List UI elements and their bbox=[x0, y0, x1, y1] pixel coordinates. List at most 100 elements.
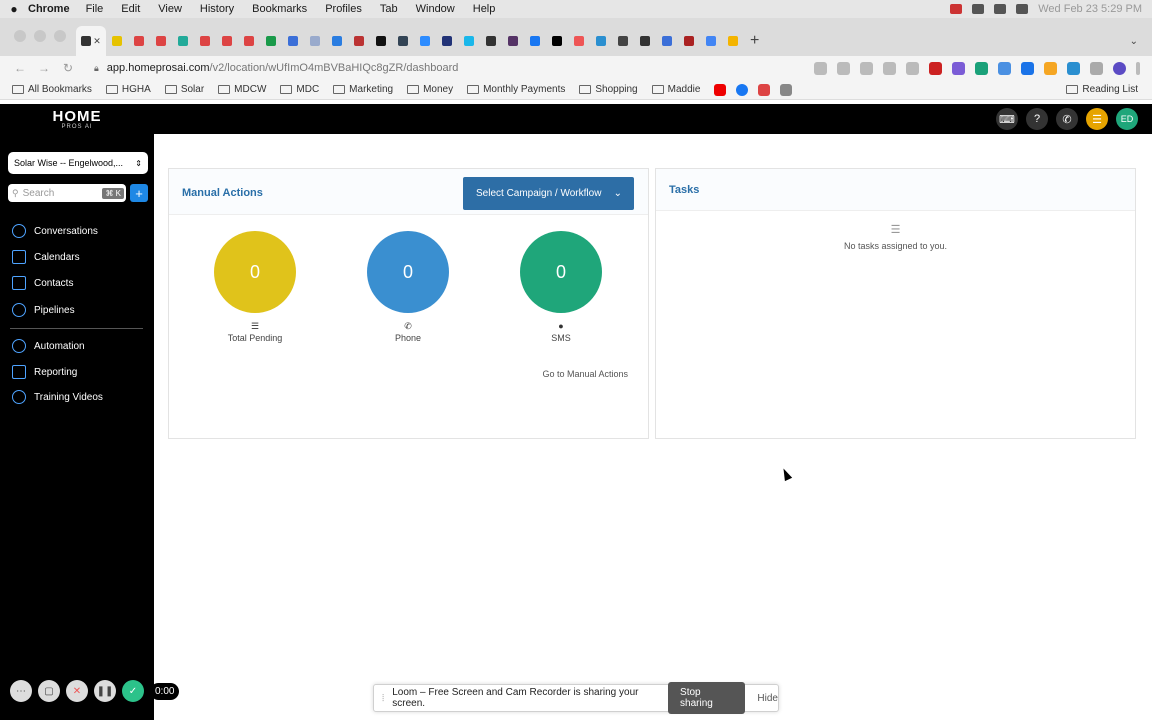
minimize-window-button[interactable] bbox=[34, 30, 46, 42]
hide-button[interactable]: Hide bbox=[757, 693, 778, 704]
browser-tab[interactable] bbox=[304, 26, 326, 56]
search-input[interactable]: ⚲ Search ⌘ K bbox=[8, 184, 126, 202]
tab-search-chevron-icon[interactable]: ⌄ bbox=[1130, 26, 1138, 56]
extension-icon[interactable] bbox=[1067, 61, 1080, 75]
browser-tab[interactable] bbox=[436, 26, 458, 56]
menu-help[interactable]: Help bbox=[473, 3, 496, 15]
home-pros-ai-logo[interactable]: HOME PROS AI bbox=[0, 109, 154, 130]
location-switcher[interactable]: Solar Wise -- Engelwood,... ⇕ bbox=[8, 152, 148, 174]
puzzle-icon[interactable] bbox=[1090, 61, 1103, 75]
menu-tab[interactable]: Tab bbox=[380, 3, 398, 15]
browser-tab[interactable] bbox=[524, 26, 546, 56]
sidebar-item-conversations[interactable]: Conversations bbox=[12, 224, 98, 238]
browser-tab[interactable] bbox=[634, 26, 656, 56]
menu-view[interactable]: View bbox=[158, 3, 182, 15]
browser-tab[interactable] bbox=[150, 26, 172, 56]
share-icon[interactable] bbox=[883, 61, 896, 75]
extension-icon[interactable] bbox=[952, 61, 965, 75]
url-field[interactable]: 🔒︎ app.homeprosai.com/v2/location/wUfImO… bbox=[94, 62, 814, 74]
menu-file[interactable]: File bbox=[86, 3, 104, 15]
close-window-button[interactable] bbox=[14, 30, 26, 42]
phone-icon[interactable]: ✆ bbox=[1056, 108, 1078, 130]
browser-tab[interactable] bbox=[502, 26, 524, 56]
bookmark-folder[interactable]: MDCW bbox=[218, 84, 266, 95]
browser-tab[interactable] bbox=[238, 26, 260, 56]
back-button[interactable]: ← bbox=[8, 61, 32, 75]
bookmark-folder[interactable]: Solar bbox=[164, 84, 204, 95]
zoom-window-button[interactable] bbox=[54, 30, 66, 42]
control-center-icon[interactable] bbox=[1016, 4, 1029, 14]
stat-sms[interactable]: 0 ● SMS bbox=[511, 231, 611, 343]
bookmark-folder[interactable]: Maddie bbox=[651, 84, 700, 95]
browser-tab[interactable] bbox=[480, 26, 502, 56]
more-menu-icon[interactable] bbox=[1136, 61, 1140, 75]
key-icon[interactable] bbox=[837, 61, 850, 75]
reading-list-button[interactable]: Reading List bbox=[1066, 84, 1152, 95]
bookmark-folder[interactable]: Shopping bbox=[579, 84, 638, 95]
browser-tab[interactable] bbox=[590, 26, 612, 56]
notifications-icon[interactable]: ☰ bbox=[1086, 108, 1108, 130]
go-to-manual-actions-link[interactable]: Go to Manual Actions bbox=[542, 369, 628, 379]
star-icon[interactable] bbox=[906, 61, 919, 75]
quick-add-button[interactable]: + bbox=[130, 184, 148, 202]
avatar[interactable]: ED bbox=[1116, 108, 1138, 130]
browser-tab[interactable] bbox=[414, 26, 436, 56]
tab-close-icon[interactable]: ✕ bbox=[93, 36, 101, 47]
apple-icon[interactable]: ● bbox=[0, 2, 28, 16]
menu-profiles[interactable]: Profiles bbox=[325, 3, 362, 15]
menu-window[interactable]: Window bbox=[416, 3, 455, 15]
browser-tab[interactable] bbox=[678, 26, 700, 56]
drag-handle-icon[interactable]: ⦙ bbox=[382, 693, 384, 704]
bookmark-icon[interactable] bbox=[780, 83, 793, 96]
browser-tab[interactable] bbox=[656, 26, 678, 56]
sidebar-item-calendars[interactable]: Calendars bbox=[12, 250, 80, 264]
menu-bookmarks[interactable]: Bookmarks bbox=[252, 3, 307, 15]
browser-tab[interactable] bbox=[458, 26, 480, 56]
app-menu-chrome[interactable]: Chrome bbox=[28, 3, 70, 15]
browser-tab[interactable] bbox=[546, 26, 568, 56]
browser-tab[interactable] bbox=[722, 26, 744, 56]
extension-icon[interactable] bbox=[975, 61, 988, 75]
finish-recording-button[interactable]: ✓ bbox=[122, 680, 144, 702]
sidebar-item-contacts[interactable]: Contacts bbox=[12, 276, 73, 290]
browser-tab[interactable] bbox=[370, 26, 392, 56]
sidebar-item-pipelines[interactable]: Pipelines bbox=[12, 303, 75, 317]
bookmark-folder[interactable]: Marketing bbox=[333, 84, 393, 95]
forward-button[interactable]: → bbox=[32, 61, 56, 75]
mic-icon[interactable] bbox=[814, 61, 827, 75]
keyboard-icon[interactable]: ⌨ bbox=[996, 108, 1018, 130]
browser-tab[interactable] bbox=[282, 26, 304, 56]
bookmark-folder[interactable]: Monthly Payments bbox=[467, 84, 565, 95]
browser-tab[interactable] bbox=[172, 26, 194, 56]
browser-tab[interactable] bbox=[106, 26, 128, 56]
extension-icon[interactable] bbox=[1021, 61, 1034, 75]
extension-icon[interactable] bbox=[998, 61, 1011, 75]
browser-tab[interactable] bbox=[326, 26, 348, 56]
browser-tab[interactable] bbox=[700, 26, 722, 56]
browser-tab[interactable] bbox=[216, 26, 238, 56]
camera-icon[interactable]: ▢ bbox=[38, 680, 60, 702]
sidebar-item-training-videos[interactable]: Training Videos bbox=[12, 390, 103, 404]
reload-button[interactable]: ↻ bbox=[56, 61, 80, 75]
facebook-icon[interactable] bbox=[736, 83, 749, 96]
help-icon[interactable]: ? bbox=[1026, 108, 1048, 130]
loom-menu-button[interactable]: ⋯ bbox=[10, 680, 32, 702]
extension-icon[interactable] bbox=[929, 61, 942, 75]
stat-phone[interactable]: 0 ✆ Phone bbox=[358, 231, 458, 343]
sidebar-item-reporting[interactable]: Reporting bbox=[12, 365, 77, 379]
campaign-workflow-select[interactable]: Select Campaign / Workflow ⌄ bbox=[463, 177, 634, 210]
tab-active[interactable]: ✕ bbox=[76, 26, 106, 56]
browser-tab[interactable] bbox=[260, 26, 282, 56]
stat-total-pending[interactable]: 0 ☰ Total Pending bbox=[205, 231, 305, 343]
zoom-icon[interactable] bbox=[860, 61, 873, 75]
browser-tab[interactable] bbox=[128, 26, 150, 56]
wifi-icon[interactable] bbox=[972, 4, 985, 14]
youtube-icon[interactable] bbox=[714, 83, 727, 96]
bookmark-folder[interactable]: Money bbox=[407, 84, 453, 95]
stop-sharing-button[interactable]: Stop sharing bbox=[668, 682, 746, 714]
menu-history[interactable]: History bbox=[200, 3, 234, 15]
bookmark-all[interactable]: All Bookmarks bbox=[12, 84, 92, 95]
lock-icon[interactable]: 🔒︎ bbox=[94, 63, 99, 74]
search-icon[interactable] bbox=[994, 4, 1007, 14]
pause-button[interactable]: ❚❚ bbox=[94, 680, 116, 702]
